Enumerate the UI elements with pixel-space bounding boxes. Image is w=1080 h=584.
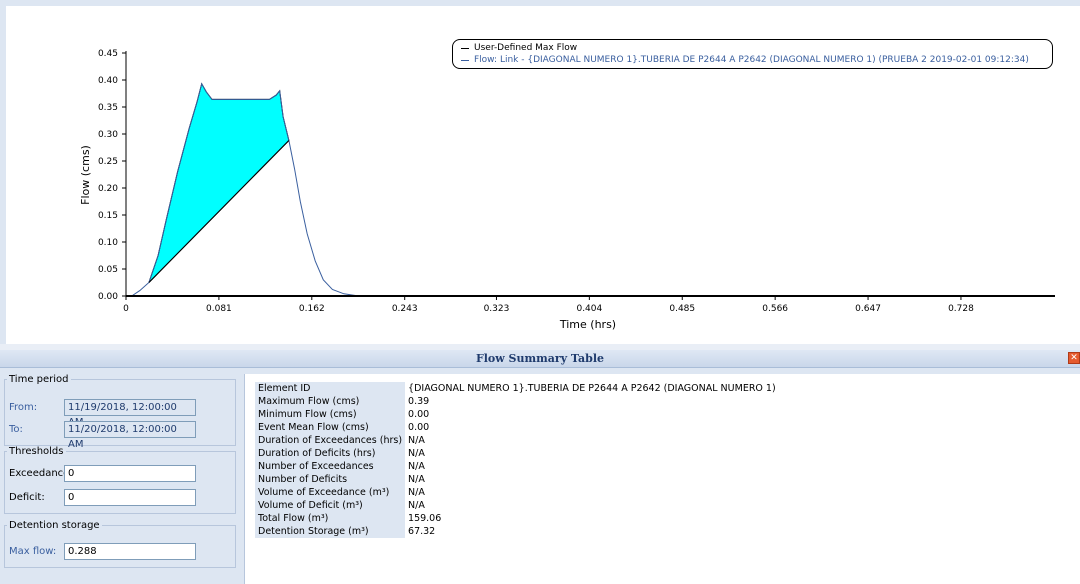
- summary-value: 0.00: [405, 421, 779, 434]
- summary-key: Volume of Deficit (m³): [255, 499, 406, 512]
- table-row[interactable]: Number of Exceedances N/A: [255, 460, 779, 473]
- settings-panel: Time period From: 11/19/2018, 12:00:00 A…: [4, 374, 238, 582]
- thresholds-group: Thresholds Exceedance: 0 Deficit: 0: [4, 446, 236, 514]
- chart-legend: User-Defined Max Flow Flow: Link - {DIAG…: [452, 39, 1053, 69]
- table-row[interactable]: Duration of Exceedances (hrs) N/A: [255, 434, 779, 447]
- table-row[interactable]: Volume of Exceedance (m³) N/A: [255, 486, 779, 499]
- table-row[interactable]: Volume of Deficit (m³) N/A: [255, 499, 779, 512]
- summary-value: N/A: [405, 486, 779, 499]
- summary-value: N/A: [405, 434, 779, 447]
- panel-title: Flow Summary Table: [475, 352, 605, 365]
- y-tick-label: 0.35: [98, 103, 118, 113]
- summary-table-panel: Element ID {DIAGONAL NUMERO 1}.TUBERIA DE…: [244, 374, 1080, 584]
- summary-key: Number of Deficits: [255, 473, 406, 486]
- y-tick-label: 0.20: [98, 184, 118, 194]
- table-row[interactable]: Detention Storage (m³) 67.32: [255, 525, 779, 538]
- summary-value: N/A: [405, 499, 779, 512]
- to-field[interactable]: 11/20/2018, 12:00:00 AM: [64, 421, 196, 450]
- x-tick-label: 0.243: [392, 304, 418, 314]
- legend-item-max-flow: User-Defined Max Flow: [461, 42, 1044, 54]
- y-tick-label: 0.25: [98, 157, 118, 167]
- legend-label: User-Defined Max Flow: [474, 43, 578, 53]
- summary-value: N/A: [405, 447, 779, 460]
- summary-key: Volume of Exceedance (m³): [255, 486, 406, 499]
- summary-key: Number of Exceedances: [255, 460, 406, 473]
- x-axis-title: Time (hrs): [559, 318, 616, 331]
- legend-swatch-icon: [461, 47, 469, 49]
- time-period-group: Time period From: 11/19/2018, 12:00:00 A…: [4, 374, 236, 450]
- legend-item-flow: Flow: Link - {DIAGONAL NUMERO 1}.TUBERIA…: [461, 54, 1044, 66]
- summary-table: Element ID {DIAGONAL NUMERO 1}.TUBERIA DE…: [255, 382, 779, 538]
- x-tick-label: 0.404: [576, 304, 602, 314]
- table-row[interactable]: Event Mean Flow (cms) 0.00: [255, 421, 779, 434]
- summary-value: 0.39: [405, 395, 779, 408]
- summary-key: Maximum Flow (cms): [255, 395, 406, 408]
- detention-storage-legend: Detention storage: [9, 520, 100, 531]
- x-tick-label: 0.566: [762, 304, 788, 314]
- thresholds-legend: Thresholds: [9, 446, 64, 457]
- x-tick-label: 0.647: [855, 304, 881, 314]
- summary-value: 0.00: [405, 408, 779, 421]
- y-axis-title: Flow (cms): [79, 145, 92, 205]
- close-button[interactable]: ✕: [1068, 352, 1080, 364]
- x-tick-label: 0.728: [948, 304, 974, 314]
- x-tick-label: 0.162: [299, 304, 325, 314]
- y-tick-label: 0.30: [98, 130, 118, 140]
- summary-value: 67.32: [405, 525, 779, 538]
- x-tick-label: 0: [123, 304, 129, 314]
- deficit-label: Deficit:: [9, 492, 45, 503]
- from-label: From:: [9, 402, 38, 413]
- detention-storage-group: Detention storage Max flow: 0.288: [4, 520, 236, 568]
- y-tick-label: 0.00: [98, 292, 118, 302]
- y-tick-label: 0.05: [98, 265, 118, 275]
- summary-key: Event Mean Flow (cms): [255, 421, 406, 434]
- x-tick-label: 0.485: [669, 304, 695, 314]
- exceedance-fill: [148, 82, 290, 283]
- x-tick-label: 0.081: [206, 304, 232, 314]
- panel-header: Flow Summary Table ✕: [0, 350, 1080, 368]
- table-row[interactable]: Minimum Flow (cms) 0.00: [255, 408, 779, 421]
- y-tick-label: 0.10: [98, 238, 118, 248]
- chart-area: 0.00 0.05 0.10 0.15 0.20 0.25 0.30 0.35 0.40 0.45…: [0, 0, 1080, 344]
- summary-value: N/A: [405, 473, 779, 486]
- summary-key: Element ID: [255, 382, 406, 395]
- to-label: To:: [9, 424, 23, 435]
- summary-key: Total Flow (m³): [255, 512, 406, 525]
- exceedance-label: Exceedance:: [9, 468, 73, 479]
- summary-value: N/A: [405, 460, 779, 473]
- summary-value: {DIAGONAL NUMERO 1}.TUBERIA DE P2644 A P…: [405, 382, 779, 395]
- y-tick-label: 0.15: [98, 211, 118, 221]
- close-icon: ✕: [1070, 353, 1078, 363]
- summary-key: Minimum Flow (cms): [255, 408, 406, 421]
- table-row[interactable]: Element ID {DIAGONAL NUMERO 1}.TUBERIA DE…: [255, 382, 779, 395]
- table-row[interactable]: Maximum Flow (cms) 0.39: [255, 395, 779, 408]
- summary-key: Detention Storage (m³): [255, 525, 406, 538]
- summary-key: Duration of Deficits (hrs): [255, 447, 406, 460]
- summary-key: Duration of Exceedances (hrs): [255, 434, 406, 447]
- legend-swatch-icon: [461, 59, 469, 61]
- table-row[interactable]: Total Flow (m³) 159.06: [255, 512, 779, 525]
- summary-panel: Time period From: 11/19/2018, 12:00:00 A…: [0, 368, 1080, 584]
- legend-label: Flow: Link - {DIAGONAL NUMERO 1}.TUBERIA…: [474, 55, 1029, 65]
- exceedance-input[interactable]: 0: [64, 465, 196, 482]
- max-flow-input[interactable]: 0.288: [64, 543, 196, 560]
- max-flow-label: Max flow:: [9, 546, 57, 557]
- time-period-legend: Time period: [9, 374, 69, 385]
- from-field[interactable]: 11/19/2018, 12:00:00 AM: [64, 399, 196, 428]
- y-tick-label: 0.40: [98, 76, 118, 86]
- y-tick-label: 0.45: [98, 49, 118, 59]
- table-row[interactable]: Number of Deficits N/A: [255, 473, 779, 486]
- deficit-input[interactable]: 0: [64, 489, 196, 506]
- x-tick-label: 0.323: [484, 304, 510, 314]
- table-row[interactable]: Duration of Deficits (hrs) N/A: [255, 447, 779, 460]
- summary-value: 159.06: [405, 512, 779, 525]
